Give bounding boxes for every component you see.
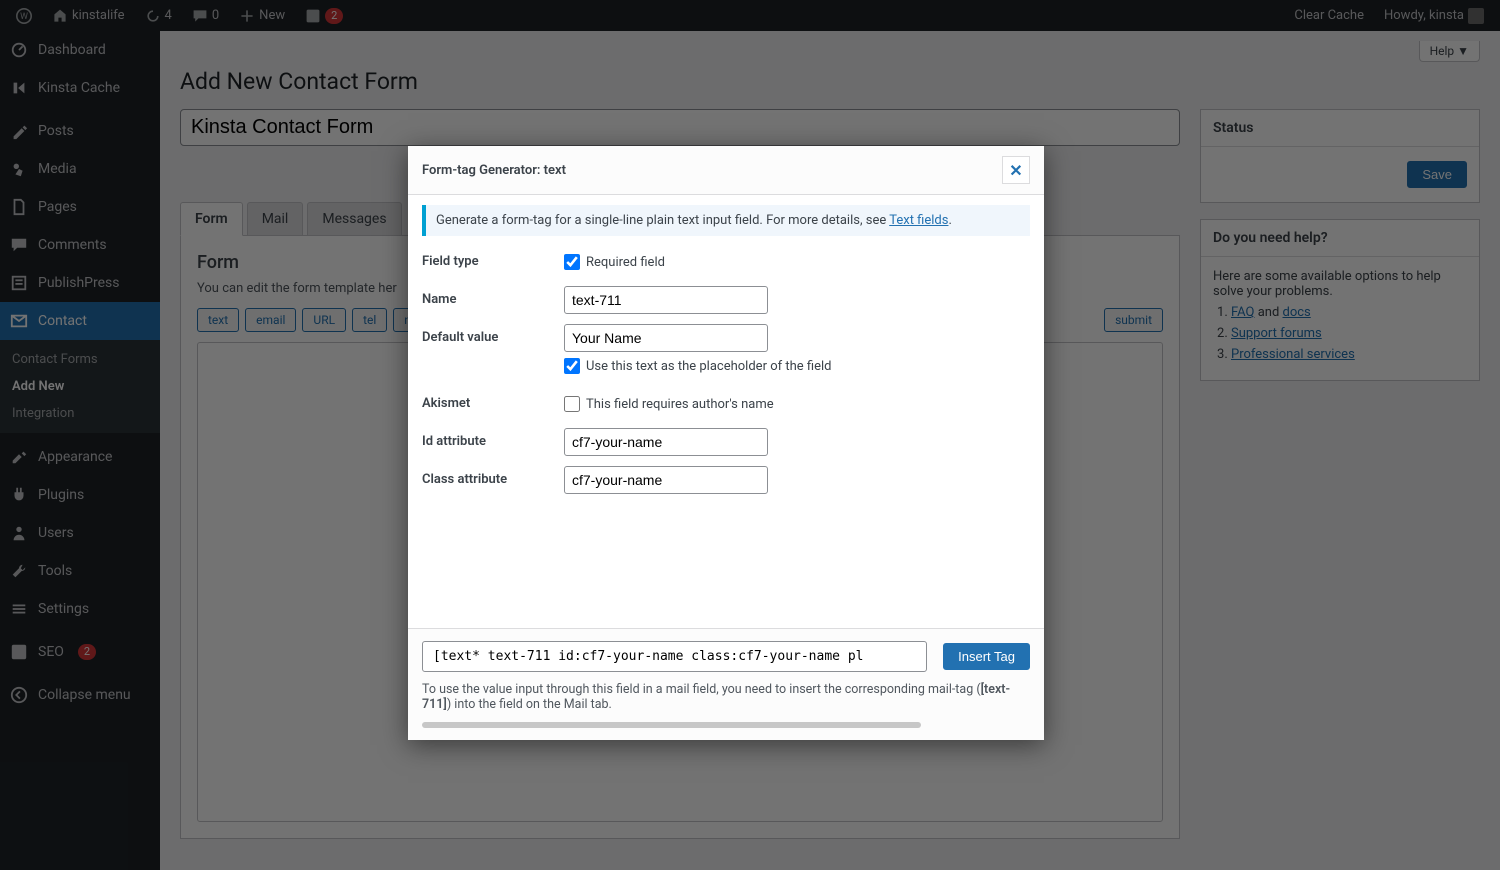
required-checkbox[interactable] <box>564 254 580 270</box>
label-class: Class attribute <box>422 466 564 487</box>
default-value-input[interactable] <box>564 324 768 352</box>
name-input[interactable] <box>564 286 768 314</box>
modal-note: Generate a form-tag for a single-line pl… <box>422 205 1030 236</box>
required-label: Required field <box>586 255 665 270</box>
id-input[interactable] <box>564 428 768 456</box>
label-name: Name <box>422 286 564 307</box>
modal-title: Form-tag Generator: text <box>422 163 566 178</box>
label-field-type: Field type <box>422 248 564 269</box>
akismet-checkbox[interactable] <box>564 396 580 412</box>
label-id: Id attribute <box>422 428 564 449</box>
insert-tag-button[interactable]: Insert Tag <box>943 643 1030 670</box>
close-icon: ✕ <box>1009 161 1022 180</box>
class-input[interactable] <box>564 466 768 494</box>
label-default: Default value <box>422 324 564 345</box>
placeholder-checkbox[interactable] <box>564 358 580 374</box>
mail-tag-hint: To use the value input through this fiel… <box>422 682 1030 712</box>
modal-scrollbar[interactable] <box>422 722 921 728</box>
placeholder-label: Use this text as the placeholder of the … <box>586 359 831 374</box>
text-fields-link[interactable]: Text fields <box>889 213 948 228</box>
modal-close-button[interactable]: ✕ <box>1002 156 1030 184</box>
generated-tag-input[interactable] <box>422 641 927 672</box>
label-akismet: Akismet <box>422 390 564 411</box>
akismet-label: This field requires author's name <box>586 397 774 412</box>
form-tag-modal: Form-tag Generator: text ✕ Generate a fo… <box>408 146 1044 740</box>
